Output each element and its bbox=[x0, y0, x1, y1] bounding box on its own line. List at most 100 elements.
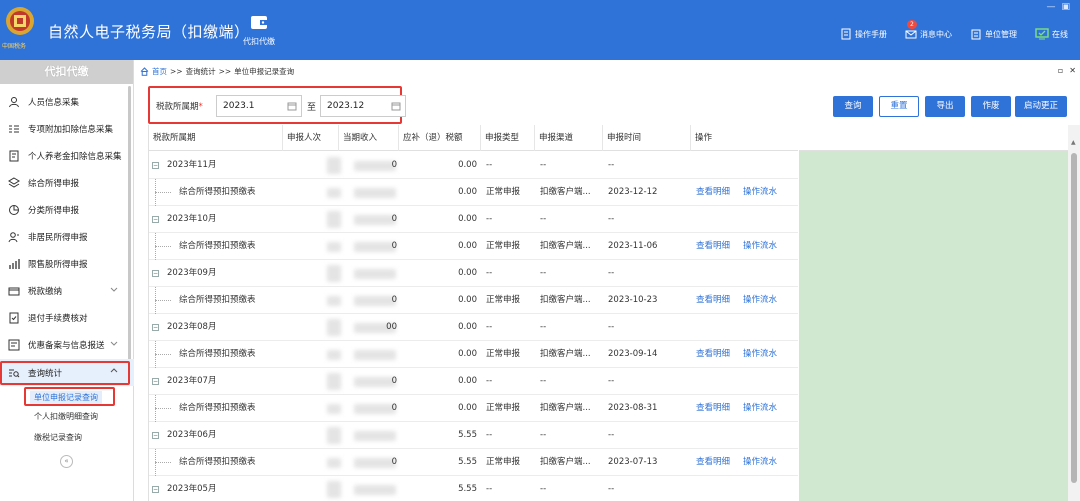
cell-type: -- bbox=[486, 484, 493, 494]
breadcrumb-home[interactable]: 首页 bbox=[152, 66, 167, 77]
sidebar-item-nonresident[interactable]: 非居民所得申报 bbox=[0, 223, 134, 250]
operation-flow-link[interactable]: 操作流水 bbox=[743, 179, 777, 206]
close-tab-icon[interactable]: ✕ bbox=[1069, 66, 1076, 75]
collapse-toggle-icon[interactable]: − bbox=[152, 486, 159, 493]
sidebar-item-query-statistics[interactable]: 查询统计 bbox=[0, 359, 134, 386]
query-button[interactable]: 查询 bbox=[833, 96, 873, 117]
table-scrollbar[interactable]: ▲ bbox=[1068, 125, 1080, 501]
operation-flow-link[interactable]: 操作流水 bbox=[743, 287, 777, 314]
table-group-row[interactable]: − 2023年08月 00 0.00 -- -- -- bbox=[149, 314, 798, 341]
emblem-text: 中国税务 bbox=[2, 43, 27, 50]
sidebar-item-person-info[interactable]: 人员信息采集 bbox=[0, 88, 134, 115]
col-period[interactable]: 税款所属期 bbox=[149, 125, 283, 151]
breadcrumb-level1[interactable]: 查询统计 bbox=[186, 66, 216, 77]
period-label: 税款所属期* bbox=[156, 100, 203, 112]
period-end-input[interactable]: 2023.12 bbox=[320, 95, 406, 117]
collapse-sidebar-button[interactable]: « bbox=[60, 455, 73, 468]
export-button[interactable]: 导出 bbox=[925, 96, 965, 117]
sidebar-item-label: 税款缴纳 bbox=[28, 286, 63, 297]
table-group-row[interactable]: − 2023年11月 0 0.00 -- -- -- bbox=[149, 152, 798, 179]
range-separator: 至 bbox=[307, 103, 317, 113]
sidebar-item-classified-income[interactable]: 分类所得申报 bbox=[0, 196, 134, 223]
reset-button[interactable]: 重置 bbox=[879, 96, 919, 117]
collapse-toggle-icon[interactable]: − bbox=[152, 378, 159, 385]
cell-type: 正常申报 bbox=[486, 349, 521, 359]
scrollbar-thumb[interactable] bbox=[1071, 153, 1077, 483]
table-group-row[interactable]: − 2023年10月 0 0.00 -- -- -- bbox=[149, 206, 798, 233]
scroll-up-icon[interactable]: ▲ bbox=[1071, 139, 1076, 146]
table-group-row[interactable]: − 2023年05月 5.55 -- -- -- bbox=[149, 476, 798, 501]
sidebar-subitem-unit-record[interactable]: 单位申报记录查询 bbox=[30, 391, 102, 404]
redacted-count bbox=[327, 319, 341, 336]
cell-channel: -- bbox=[540, 484, 547, 494]
cell-time: -- bbox=[608, 484, 615, 494]
message-center-link[interactable]: 2 消息中心 bbox=[905, 20, 952, 40]
view-detail-link[interactable]: 查看明细 bbox=[696, 233, 730, 260]
table-row[interactable]: 综合所得预扣预缴表 0 5.55 正常申报 扣缴客户端... 2023-07-13 查看明细… bbox=[149, 449, 798, 476]
mail-icon bbox=[905, 30, 917, 39]
table-row[interactable]: 综合所得预扣预缴表 0.00 正常申报 扣缴客户端... 2023-09-14 查看明细操… bbox=[149, 341, 798, 368]
col-count[interactable]: 申报人次 bbox=[283, 125, 339, 151]
operation-flow-link[interactable]: 操作流水 bbox=[743, 233, 777, 260]
view-detail-link[interactable]: 查看明细 bbox=[696, 395, 730, 422]
table-group-row[interactable]: − 2023年06月 5.55 -- -- -- bbox=[149, 422, 798, 449]
breadcrumb-separator: >> bbox=[218, 67, 232, 76]
redacted-count bbox=[327, 211, 341, 228]
calendar-icon[interactable] bbox=[391, 101, 401, 111]
collapse-toggle-icon[interactable]: − bbox=[152, 270, 159, 277]
manual-link[interactable]: 操作手册 bbox=[840, 28, 887, 40]
collapse-toggle-icon[interactable]: − bbox=[152, 324, 159, 331]
col-time[interactable]: 申报时间 bbox=[603, 125, 691, 151]
sidebar-item-tax-payment[interactable]: 税款缴纳 bbox=[0, 277, 134, 304]
minimize-button[interactable]: — bbox=[1046, 2, 1055, 12]
sidebar-item-label: 退付手续费核对 bbox=[28, 313, 88, 324]
table-row[interactable]: 综合所得预扣预缴表 0 0.00 正常申报 扣缴客户端... 2023-11-06 查看明细… bbox=[149, 233, 798, 260]
sidebar-item-pension-deduction[interactable]: 个人养老金扣除信息采集 bbox=[0, 142, 134, 169]
table-group-row[interactable]: − 2023年07月 0 0.00 -- -- -- bbox=[149, 368, 798, 395]
cell-income-tail: 0 bbox=[391, 295, 397, 305]
view-detail-link[interactable]: 查看明细 bbox=[696, 179, 730, 206]
redacted-count bbox=[327, 265, 341, 282]
table-group-row[interactable]: − 2023年09月 0.00 -- -- -- bbox=[149, 260, 798, 287]
sidebar-item-restricted-shares[interactable]: 限售股所得申报 bbox=[0, 250, 134, 277]
collapse-toggle-icon[interactable]: − bbox=[152, 216, 159, 223]
view-detail-link[interactable]: 查看明细 bbox=[696, 287, 730, 314]
sidebar-item-comprehensive-income[interactable]: 综合所得申报 bbox=[0, 169, 134, 196]
period-start-input[interactable]: 2023.1 bbox=[216, 95, 302, 117]
view-detail-link[interactable]: 查看明细 bbox=[696, 341, 730, 368]
sidebar-item-special-deduction[interactable]: 专项附加扣除信息采集 bbox=[0, 115, 134, 142]
col-tax[interactable]: 应补（退）税额 bbox=[399, 125, 481, 151]
collapse-toggle-icon[interactable]: − bbox=[152, 162, 159, 169]
module-withholding[interactable]: 代扣代缴 bbox=[234, 14, 284, 47]
maximize-button[interactable]: ▣ bbox=[1061, 2, 1070, 12]
sidebar-subitem-payment-record[interactable]: 缴税记录查询 bbox=[34, 432, 82, 443]
sidebar-subitem-personal-detail[interactable]: 个人扣缴明细查询 bbox=[34, 411, 98, 422]
online-status[interactable]: 在线 bbox=[1035, 28, 1068, 40]
table-row[interactable]: 综合所得预扣预缴表 0 0.00 正常申报 扣缴客户端... 2023-10-23 查看明细… bbox=[149, 287, 798, 314]
operation-flow-link[interactable]: 操作流水 bbox=[743, 449, 777, 476]
start-correction-button[interactable]: 启动更正 bbox=[1015, 96, 1067, 117]
col-type[interactable]: 申报类型 bbox=[481, 125, 535, 151]
col-channel[interactable]: 申报渠道 bbox=[535, 125, 603, 151]
table-row[interactable]: 综合所得预扣预缴表 0 0.00 正常申报 扣缴客户端... 2023-08-31 查看明细… bbox=[149, 395, 798, 422]
col-income[interactable]: 当期收入 bbox=[339, 125, 399, 151]
operation-flow-link[interactable]: 操作流水 bbox=[743, 341, 777, 368]
redacted-count bbox=[327, 350, 341, 360]
view-detail-link[interactable]: 查看明细 bbox=[696, 449, 730, 476]
void-button[interactable]: 作废 bbox=[971, 96, 1011, 117]
record-table: 税款所属期 申报人次 当期收入 应补（退）税额 申报类型 申报渠道 申报时间 操… bbox=[148, 125, 798, 501]
operation-flow-link[interactable]: 操作流水 bbox=[743, 395, 777, 422]
calendar-icon[interactable] bbox=[287, 101, 297, 111]
cell-income-tail bbox=[349, 476, 397, 501]
cell-tax: 5.55 bbox=[458, 457, 477, 467]
sidebar-item-label: 分类所得申报 bbox=[28, 205, 80, 216]
col-actions[interactable]: 操作 bbox=[691, 125, 798, 151]
sidebar-item-refund-fee[interactable]: 退付手续费核对 bbox=[0, 304, 134, 331]
unit-management-link[interactable]: 单位管理 bbox=[970, 28, 1017, 40]
table-row[interactable]: 综合所得预扣预缴表 0.00 正常申报 扣缴客户端... 2023-12-12 查看明细操… bbox=[149, 179, 798, 206]
collapse-toggle-icon[interactable]: − bbox=[152, 432, 159, 439]
window-controls: — ▣ bbox=[1046, 2, 1070, 12]
restore-tab-icon[interactable]: ▫ bbox=[1058, 66, 1063, 75]
person-outline-icon bbox=[8, 231, 19, 242]
sidebar-item-preferential-filing[interactable]: 优惠备案与信息报送 bbox=[0, 331, 134, 358]
